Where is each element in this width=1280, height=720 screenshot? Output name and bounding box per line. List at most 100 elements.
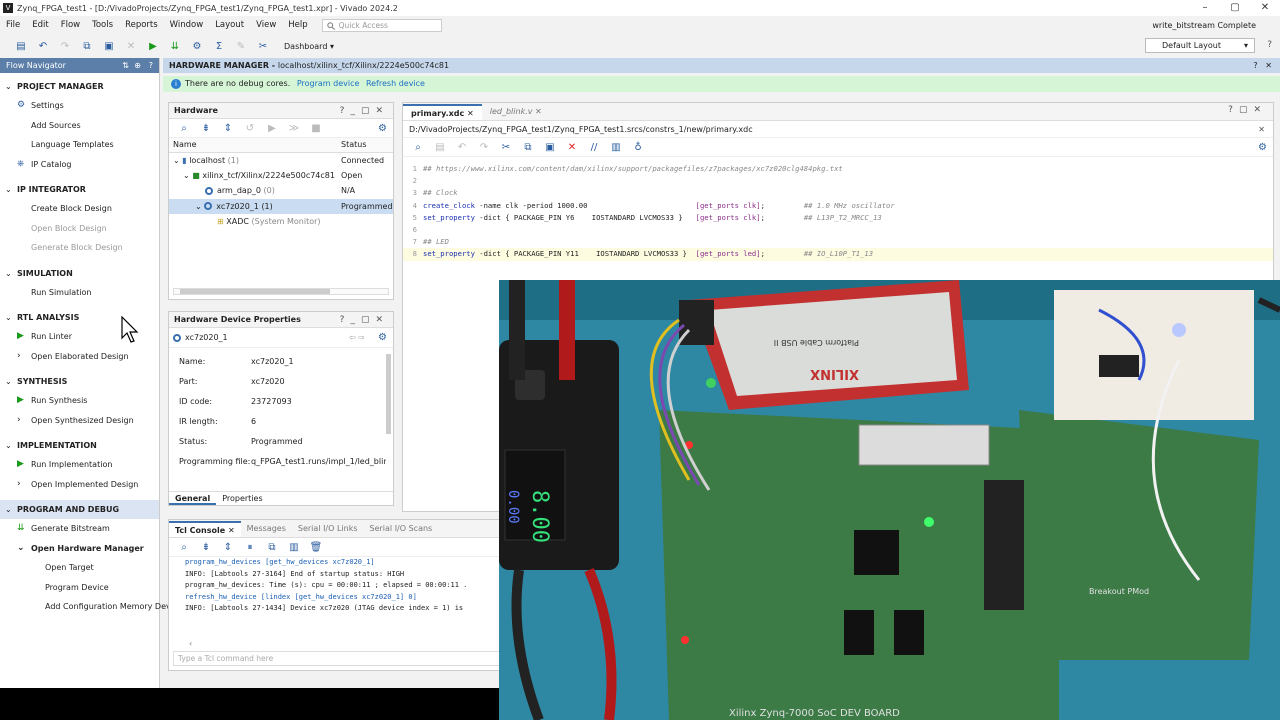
tab-serial-io-scans[interactable]: Serial I/O Scans (364, 521, 439, 537)
tab-tcl-console[interactable]: Tcl Console ✕ (169, 521, 241, 537)
copy-icon[interactable]: ⧉ (261, 542, 283, 553)
close-icon[interactable]: ✕ (228, 526, 235, 535)
save-icon[interactable]: ▤ (429, 142, 451, 153)
collapse-all-icon[interactable]: ⇟ (195, 123, 217, 134)
flow-section[interactable]: ⌄ IMPLEMENTATION (0, 436, 159, 455)
tools-icon[interactable]: ✂ (252, 37, 274, 55)
paste-icon[interactable]: ▣ (539, 142, 561, 153)
close-window-button[interactable]: ✕ (1250, 0, 1280, 16)
hint-icon[interactable]: ♁ (627, 142, 649, 153)
tab-properties[interactable]: Properties (216, 492, 268, 505)
menu-flow[interactable]: Flow (55, 20, 86, 30)
flow-item[interactable]: Program Device (0, 578, 159, 598)
trigger-immediate-icon[interactable]: ≫ (283, 123, 305, 134)
program-icon[interactable]: ⇊ (164, 37, 186, 55)
vertical-scrollbar[interactable] (386, 354, 391, 434)
flow-item[interactable]: Create Block Design (0, 199, 159, 219)
refresh-device-link[interactable]: Refresh device (366, 79, 425, 88)
trash-icon[interactable]: 🗑 (305, 542, 327, 553)
flow-section[interactable]: ⌄ SIMULATION (0, 264, 159, 283)
close-icon[interactable]: ✕ (1258, 121, 1265, 138)
gear-icon[interactable]: ⚙ (1258, 142, 1267, 153)
tab-led-blink[interactable]: led_blink.v ✕ (482, 104, 550, 120)
new-project-icon[interactable]: ▤ (10, 37, 32, 55)
flow-section[interactable]: ⌄ IP INTEGRATOR (0, 180, 159, 199)
flow-item[interactable]: › Open Elaborated Design (0, 347, 159, 367)
menu-file[interactable]: File (0, 20, 26, 30)
pause-icon[interactable]: ⏸ (239, 542, 261, 553)
menu-layout[interactable]: Layout (209, 20, 250, 30)
columns-icon[interactable]: ▥ (283, 542, 305, 553)
search-icon[interactable]: ⌕ (173, 123, 195, 134)
flow-item[interactable]: › Open Synthesized Design (0, 411, 159, 431)
tcl-command-input[interactable]: Type a Tcl command here (173, 651, 503, 666)
table-row[interactable]: ⌄ xc7z020_1 (1) Programmed (169, 198, 393, 214)
flow-section[interactable]: ⌄ SYNTHESIS (0, 372, 159, 391)
scroll-thumb[interactable] (180, 289, 330, 294)
redo-icon[interactable]: ↷ (473, 142, 495, 153)
panel-controls[interactable]: ?_▢✕ (340, 103, 389, 119)
comment-icon[interactable]: // (583, 142, 605, 153)
collapse-all-icon[interactable]: ⇟ (195, 542, 217, 553)
panel-controls[interactable]: ?_▢✕ (340, 312, 389, 328)
edit-icon[interactable]: ✎ (230, 37, 252, 55)
flow-item[interactable]: Open Target (0, 558, 159, 578)
auto-connect-icon[interactable]: ↺ (239, 123, 261, 134)
copy-icon[interactable]: ⧉ (76, 37, 98, 55)
help-icon[interactable]: ? (149, 58, 153, 73)
close-icon[interactable]: ✕ (467, 109, 474, 118)
flow-item[interactable]: ▶ Run Implementation (0, 455, 159, 475)
panel-controls[interactable]: ?▢✕ (1228, 105, 1267, 115)
column-icon[interactable]: ▥ (605, 142, 627, 153)
sigma-icon[interactable]: Σ (208, 37, 230, 55)
copy-icon[interactable]: ⧉ (517, 142, 539, 153)
undo-icon[interactable]: ↶ (451, 142, 473, 153)
search-icon[interactable]: ⌕ (407, 142, 429, 153)
layout-select[interactable]: Default Layout ▾ (1145, 38, 1255, 53)
flow-item[interactable]: Open Block Design (0, 219, 159, 239)
menu-help[interactable]: Help (282, 20, 313, 30)
table-row[interactable]: ⊞ XADC (System Monitor) (169, 214, 393, 230)
flow-item[interactable]: Run Simulation (0, 283, 159, 303)
flow-item[interactable]: ⎈ IP Catalog (0, 155, 159, 175)
gear-icon[interactable]: ⚙ (378, 328, 387, 348)
menu-edit[interactable]: Edit (26, 20, 54, 30)
program-device-link[interactable]: Program device (297, 79, 360, 88)
menu-view[interactable]: View (250, 20, 282, 30)
flow-item[interactable]: Add Sources (0, 116, 159, 136)
flow-section[interactable]: ⌄ PROJECT MANAGER (0, 77, 159, 96)
flow-item[interactable]: ⌄ Open Hardware Manager (0, 539, 159, 559)
close-icon[interactable]: ✕ (535, 107, 542, 116)
maximize-button[interactable]: ▢ (1220, 0, 1250, 16)
restore-icon[interactable]: ⊕ (134, 58, 141, 73)
minimize-button[interactable]: – (1190, 0, 1220, 16)
table-row[interactable]: ⌄ ■ xilinx_tcf/Xilinx/2224e500c74c81 Open (169, 168, 393, 184)
help-icon[interactable]: ? (1267, 40, 1272, 50)
flow-item[interactable]: ▶ Run Synthesis (0, 391, 159, 411)
cut-icon[interactable]: ✂ (495, 142, 517, 153)
settings-icon[interactable]: ⚙ (186, 37, 208, 55)
tab-messages[interactable]: Messages (241, 521, 292, 537)
back-icon[interactable]: ⇦ ⇨ (349, 328, 365, 348)
horizontal-scrollbar[interactable] (173, 288, 389, 295)
search-icon[interactable]: ⌕ (173, 542, 195, 553)
flow-item[interactable]: Generate Block Design (0, 238, 159, 258)
tab-primary-xdc[interactable]: primary.xdc ✕ (403, 104, 482, 120)
dashboard-menu[interactable]: Dashboard ▾ (284, 42, 334, 51)
stop-icon[interactable]: ■ (305, 123, 327, 134)
flow-item[interactable]: ⚙ Settings (0, 96, 159, 116)
help-icon[interactable]: ? ✕ (1253, 58, 1272, 73)
flow-item[interactable]: › Open Implemented Design (0, 475, 159, 495)
delete-icon[interactable]: ✕ (120, 37, 142, 55)
quick-access-input[interactable]: Quick Access (321, 18, 442, 32)
menu-reports[interactable]: Reports (119, 20, 164, 30)
menu-window[interactable]: Window (164, 20, 210, 30)
tab-general[interactable]: General (169, 492, 217, 505)
flow-item[interactable]: Add Configuration Memory Device (0, 597, 182, 617)
table-row[interactable]: ⌄ ▮ localhost (1) Connected (169, 152, 393, 168)
flow-section[interactable]: ⌄ PROGRAM AND DEBUG (0, 500, 159, 519)
expand-all-icon[interactable]: ⇕ (217, 542, 239, 553)
undo-icon[interactable]: ↶ (32, 37, 54, 55)
collapse-icon[interactable]: ⇅ (122, 58, 129, 73)
run-icon[interactable]: ▶ (142, 37, 164, 55)
